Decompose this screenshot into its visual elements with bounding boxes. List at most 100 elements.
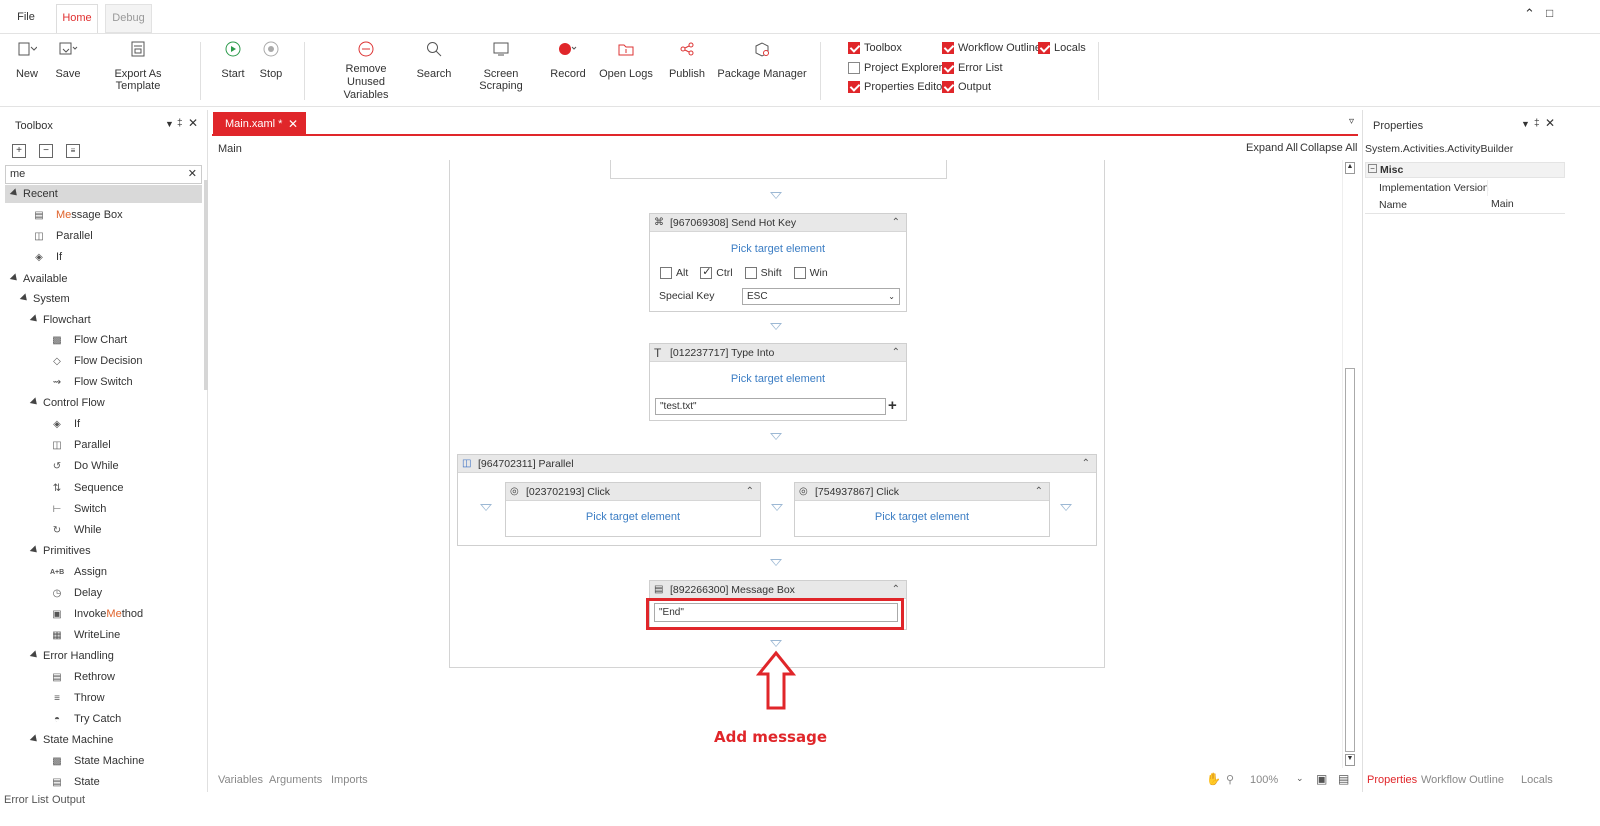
pick-target-link[interactable]: Pick target element — [795, 511, 1049, 523]
close-tab-icon[interactable]: ✕ — [288, 112, 298, 136]
drop-arrow-icon[interactable] — [1060, 504, 1072, 511]
save-button[interactable]: Save — [52, 38, 84, 80]
tab-output[interactable]: Output — [52, 794, 85, 806]
scroll-thumb[interactable] — [1345, 368, 1355, 752]
toggle-output[interactable]: Output — [942, 79, 991, 95]
tab-variables[interactable]: Variables — [218, 774, 263, 786]
group-control-flow[interactable]: Control Flow — [29, 394, 105, 412]
prop-implementation-version-value[interactable] — [1487, 180, 1563, 196]
toggle-workflow-outline[interactable]: Workflow Outline — [942, 40, 1041, 56]
publish-button[interactable]: Publish — [664, 38, 710, 80]
shift-checkbox[interactable] — [744, 267, 757, 279]
drop-arrow-icon[interactable] — [770, 323, 782, 330]
tab-error-list[interactable]: Error List — [4, 794, 49, 806]
category-misc[interactable]: − Misc — [1365, 162, 1565, 178]
toolbox-item-flow-decision[interactable]: ◇ Flow Decision — [50, 352, 142, 370]
overview-icon[interactable]: ▤ — [1338, 772, 1349, 786]
list-view-icon[interactable]: ≡ — [66, 144, 80, 158]
toolbox-item-rethrow[interactable]: ▤ Rethrow — [50, 668, 115, 686]
collapse-category-icon[interactable]: − — [1368, 164, 1377, 173]
collapse-ribbon-icon[interactable]: ⌃ — [1524, 6, 1535, 22]
collapse-all-link[interactable]: Collapse All — [1300, 142, 1357, 154]
group-available[interactable]: Available — [9, 270, 67, 288]
toolbox-item-flow-switch[interactable]: ⇝ Flow Switch — [50, 373, 133, 391]
activity-click-1[interactable]: ◎ [023702193] Click ⌃ Pick target element — [505, 482, 761, 537]
toolbox-item-writeline[interactable]: ▦ WriteLine — [50, 626, 120, 644]
toolbox-scrollbar[interactable] — [204, 180, 208, 390]
drop-arrow-icon[interactable] — [480, 504, 492, 511]
toolbox-item-state[interactable]: ▤ State — [50, 773, 99, 791]
toolbox-item-sequence[interactable]: ⇅ Sequence — [50, 479, 124, 497]
toolbox-item-throw[interactable]: ≡ Throw — [50, 689, 104, 707]
activity-send-hot-key[interactable]: ⌘ [967069308] Send Hot Key ⌃ Pick target e… — [649, 213, 907, 312]
zoom-level[interactable]: 100% — [1250, 774, 1278, 786]
scroll-down-icon[interactable]: ▼ — [1345, 754, 1355, 766]
clear-search-icon[interactable]: ✕ — [188, 167, 197, 180]
hand-tool-icon[interactable]: ✋ — [1206, 772, 1221, 786]
remove-unused-variables-button[interactable]: Remove Unused Variables — [326, 38, 406, 102]
pin-icon[interactable]: ‡ — [177, 118, 183, 129]
tab-locals[interactable]: Locals — [1521, 774, 1553, 786]
previous-activity[interactable] — [610, 160, 947, 179]
search-button[interactable]: Search — [414, 38, 454, 80]
expand-all-link[interactable]: Expand All — [1246, 142, 1298, 154]
toggle-toolbox[interactable]: Toolbox — [848, 40, 902, 56]
activity-parallel[interactable]: ◫ [964702311] Parallel ⌃ ◎ [023702193] Clic… — [457, 454, 1097, 546]
collapse-icon[interactable]: ⌃ — [892, 344, 900, 362]
alt-checkbox[interactable] — [660, 267, 672, 279]
toolbox-item-try-catch[interactable]: ◓ Try Catch — [50, 710, 121, 728]
toolbox-item-flow-chart[interactable]: ▩ Flow Chart — [50, 331, 127, 349]
canvas-scrollbar[interactable]: ▲ ▼ — [1342, 160, 1356, 768]
drop-arrow-icon[interactable] — [770, 433, 782, 440]
toolbox-item-state-machine[interactable]: ▩ State Machine — [50, 752, 144, 770]
pin-icon[interactable]: ‡ — [1534, 118, 1540, 129]
collapse-icon[interactable]: ⌃ — [1082, 455, 1090, 473]
menu-debug[interactable]: Debug — [105, 4, 152, 33]
toolbox-item-message-box[interactable]: ▤ Me ssage Box — [32, 206, 122, 224]
stop-button[interactable]: Stop — [256, 38, 286, 80]
dropdown-icon[interactable]: ▼ — [1521, 119, 1530, 129]
open-logs-button[interactable]: Open Logs — [598, 38, 654, 80]
record-button[interactable]: Record — [548, 38, 588, 80]
drop-arrow-icon[interactable] — [770, 640, 782, 647]
drop-arrow-icon[interactable] — [770, 559, 782, 566]
toolbox-search-input[interactable]: me ✕ — [5, 165, 202, 184]
toolbox-item-parallel[interactable]: ◫ Parallel — [32, 227, 92, 245]
ctrl-checkbox[interactable]: ✓ — [700, 266, 713, 279]
toolbox-item-switch[interactable]: ⊢ Switch — [50, 500, 107, 518]
collapse-icon[interactable]: ⌃ — [892, 581, 900, 599]
toolbox-item-parallel[interactable]: ◫ Parallel — [50, 436, 110, 454]
close-icon[interactable]: ✕ — [1545, 116, 1555, 130]
activity-click-2[interactable]: ◎ [754937867] Click ⌃ Pick target element — [794, 482, 1050, 537]
dropdown-icon[interactable]: ▼ — [165, 119, 174, 129]
toggle-locals[interactable]: Locals — [1038, 40, 1086, 56]
tab-imports[interactable]: Imports — [331, 774, 368, 786]
group-system[interactable]: System — [19, 290, 70, 308]
collapse-icon[interactable]: ⌃ — [892, 214, 900, 232]
collapse-icon[interactable]: ⌃ — [1035, 483, 1043, 501]
workflow-canvas[interactable]: ⌘ [967069308] Send Hot Key ⌃ Pick target e… — [212, 160, 1342, 767]
group-state-machine[interactable]: State Machine — [29, 731, 113, 749]
menu-file[interactable]: File — [4, 4, 48, 33]
group-flowchart[interactable]: Flowchart — [29, 311, 91, 329]
toolbox-item-invoke-method[interactable]: ▣ Invoke Me thod — [50, 605, 143, 623]
tab-properties[interactable]: Properties — [1367, 774, 1417, 786]
collapse-icon[interactable]: ⌃ — [746, 483, 754, 501]
fit-to-screen-icon[interactable]: ▣ — [1316, 772, 1327, 786]
feedback-icon[interactable]: □ — [1546, 6, 1553, 20]
screen-scraping-button[interactable]: Screen Scraping — [462, 38, 540, 92]
toolbox-item-do-while[interactable]: ↺ Do While — [50, 457, 119, 475]
new-button[interactable]: New — [10, 38, 44, 80]
scroll-up-icon[interactable]: ▲ — [1345, 162, 1355, 174]
breadcrumb[interactable]: Main — [218, 143, 242, 155]
toggle-properties-editor[interactable]: Properties Editor — [848, 79, 946, 95]
start-button[interactable]: Start — [218, 38, 248, 80]
toolbox-item-delay[interactable]: ◷ Delay — [50, 584, 103, 602]
drop-arrow-icon[interactable] — [771, 504, 783, 511]
special-key-select[interactable]: ESC ⌄ — [742, 288, 900, 305]
activity-type-into[interactable]: T [012237717] Type Into ⌃ Pick target elem… — [649, 343, 907, 421]
toolbox-item-if[interactable]: ◈ If — [50, 415, 80, 433]
pick-target-link[interactable]: Pick target element — [650, 243, 906, 255]
toggle-error-list[interactable]: Error List — [942, 60, 1003, 76]
plus-icon[interactable]: + — [888, 397, 897, 414]
